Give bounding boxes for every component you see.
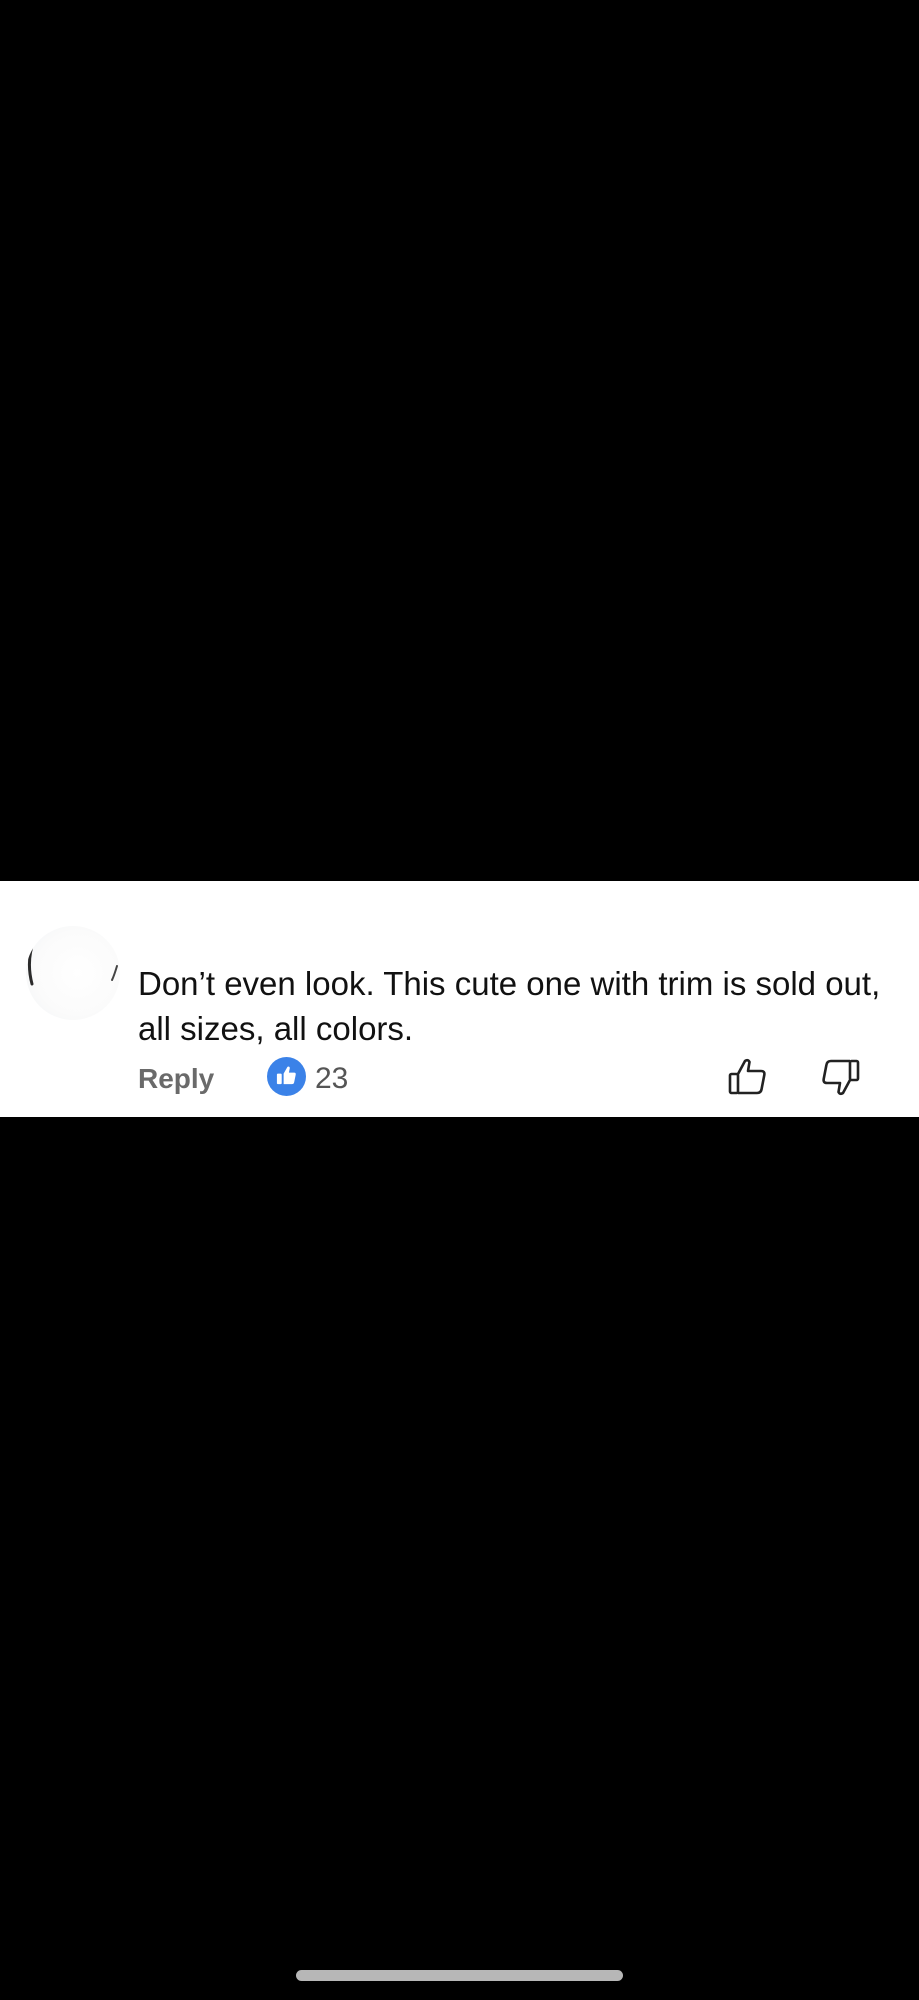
screen-background: Don’t even look. This cute one with trim…: [0, 0, 919, 2000]
avatar[interactable]: [26, 926, 120, 1020]
home-indicator[interactable]: [296, 1970, 623, 1981]
comment-actions: Reply 23: [0, 1057, 919, 1105]
comment-card: Don’t even look. This cute one with trim…: [0, 881, 919, 1117]
downvote-button[interactable]: [818, 1055, 862, 1099]
thumbs-up-icon: [276, 1066, 296, 1085]
like-count: 23: [315, 1062, 349, 1095]
thumbs-up-outline-icon: [728, 1058, 766, 1095]
like-reaction-badge[interactable]: [267, 1057, 306, 1096]
comment-text: Don’t even look. This cute one with trim…: [138, 965, 881, 1047]
thumbs-down-outline-icon: [822, 1059, 860, 1096]
upvote-button[interactable]: [726, 1055, 770, 1099]
reply-button[interactable]: Reply: [138, 1063, 214, 1095]
avatar-image: [27, 928, 118, 986]
